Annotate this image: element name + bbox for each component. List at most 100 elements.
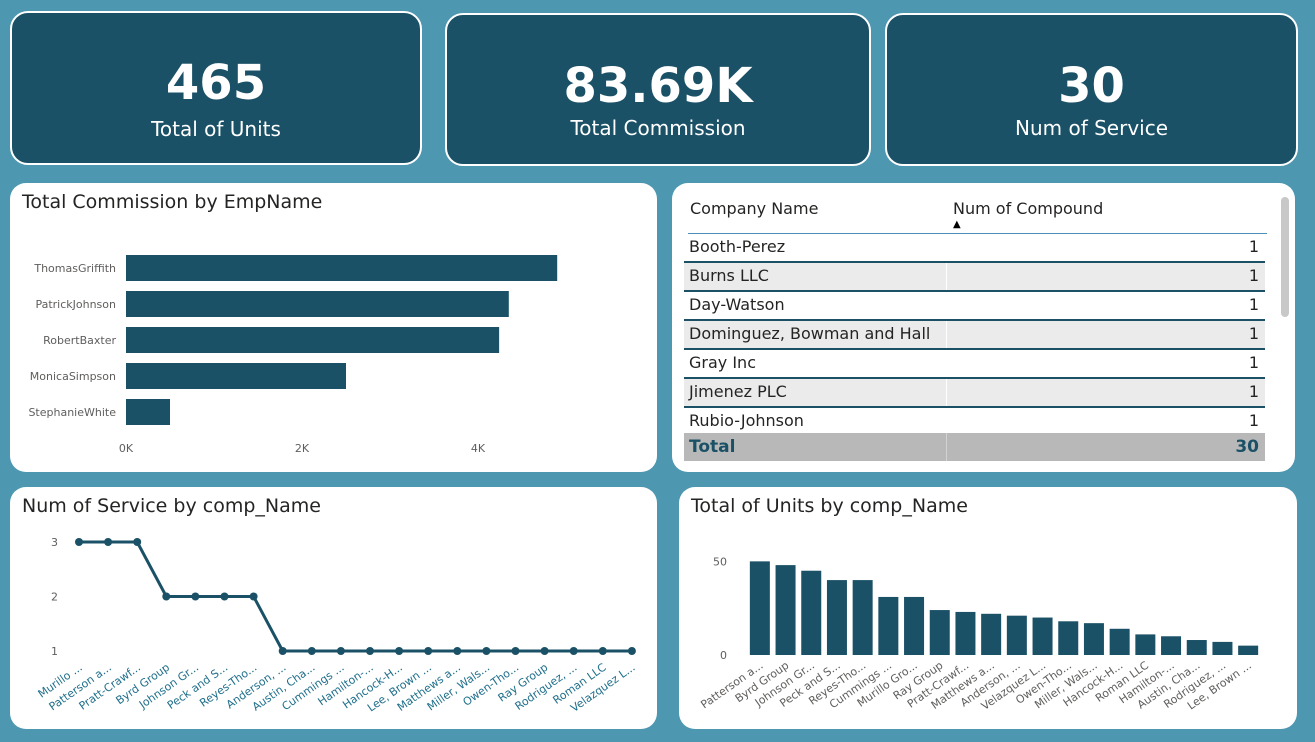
data-point	[307, 647, 316, 655]
y-tick-label: PatrickJohnson	[35, 298, 116, 311]
total-value: 30	[1235, 437, 1259, 457]
y-tick-label: StephanieWhite	[28, 406, 116, 419]
series-line	[79, 540, 632, 653]
compound-value-cell: 1	[1248, 353, 1259, 372]
table-row[interactable]: Booth-Perez 1	[684, 234, 1265, 263]
data-point	[540, 647, 549, 655]
sort-ascending-icon[interactable]: ▲	[953, 219, 961, 230]
x-tick-label: 0K	[119, 442, 134, 455]
data-point	[598, 647, 607, 655]
compound-value-cell: 1	[1248, 266, 1259, 285]
data-point	[220, 592, 229, 601]
column-divider	[946, 350, 947, 377]
bar	[126, 327, 500, 353]
compound-value-cell: 1	[1248, 295, 1259, 314]
table-row[interactable]: Day-Watson 1	[684, 292, 1265, 321]
bar	[826, 580, 847, 655]
column-divider	[946, 408, 947, 435]
compound-value-cell: 1	[1248, 382, 1259, 401]
data-point	[249, 592, 258, 601]
data-point	[511, 647, 520, 655]
bar	[126, 399, 170, 425]
table-scrollbar[interactable]	[1281, 197, 1289, 317]
company-name-cell: Rubio-Johnson	[689, 411, 804, 430]
service-line-chart[interactable]: 123Murillo ...Patterson a...Pratt-Crawf.…	[10, 487, 657, 729]
data-point	[366, 647, 374, 655]
company-name-cell: Dominguez, Bowman and Hall	[689, 324, 931, 343]
table-row[interactable]: Jimenez PLC 1	[684, 379, 1265, 408]
column-divider	[946, 292, 947, 319]
bar	[1238, 645, 1259, 655]
data-point	[424, 647, 433, 655]
table-total-row: Total 30	[684, 433, 1265, 461]
company-name-cell: Gray Inc	[689, 353, 756, 372]
data-point	[191, 592, 200, 601]
bar	[1083, 623, 1104, 655]
column-header-company[interactable]: Company Name	[690, 199, 818, 218]
table-row[interactable]: Gray Inc 1	[684, 350, 1265, 379]
commission-chart-panel[interactable]: Total Commission by EmpName ThomasGriffi…	[10, 183, 657, 472]
bar	[775, 565, 796, 655]
kpi-card-units: 465 Total of Units	[10, 11, 422, 165]
company-name-cell: Jimenez PLC	[689, 382, 787, 401]
bar	[955, 611, 976, 655]
data-point	[133, 538, 142, 546]
bar	[1212, 641, 1233, 655]
table-row[interactable]: Burns LLC 1	[684, 263, 1265, 292]
bar	[126, 291, 509, 317]
data-point	[569, 647, 578, 655]
data-point	[627, 647, 636, 655]
bar	[1058, 621, 1079, 655]
compound-value-cell: 1	[1248, 324, 1259, 343]
kpi-value: 83.69K	[563, 58, 753, 114]
bar	[1161, 636, 1182, 655]
kpi-value: 30	[1058, 58, 1125, 114]
units-bar-chart[interactable]: 050Patterson a...Byrd GroupJohnson Gr...…	[679, 487, 1297, 729]
column-divider	[946, 321, 947, 348]
y-tick-label: 2	[51, 591, 58, 604]
column-divider	[946, 263, 947, 290]
kpi-card-service: 30 Num of Service	[885, 13, 1298, 166]
y-tick-label: MonicaSimpson	[30, 370, 116, 383]
data-point	[278, 647, 287, 655]
bar	[1109, 628, 1130, 655]
column-divider	[946, 433, 947, 461]
data-point	[453, 647, 462, 655]
data-point	[336, 647, 345, 655]
y-tick-label: 1	[51, 645, 58, 658]
data-point	[162, 592, 171, 601]
total-label: Total	[689, 437, 736, 457]
y-tick-label: ThomasGriffith	[33, 262, 116, 275]
bar	[878, 596, 899, 655]
compound-table-panel[interactable]: Company Name Num of Compound ▲ Booth-Per…	[672, 183, 1295, 472]
units-chart-panel[interactable]: Total of Units by comp_Name 0 50 Patterson…	[679, 487, 1297, 729]
y-tick-label: RobertBaxter	[43, 334, 116, 347]
column-divider	[946, 379, 947, 406]
data-point	[482, 647, 491, 655]
column-divider	[946, 234, 947, 261]
table-row[interactable]: Dominguez, Bowman and Hall 1	[684, 321, 1265, 350]
table-header: Company Name Num of Compound	[688, 199, 1267, 234]
company-name-cell: Booth-Perez	[689, 237, 786, 256]
service-chart-panel[interactable]: Num of Service by comp_Name 1 2 3 Murillo .…	[10, 487, 657, 729]
bar	[126, 363, 346, 389]
bar	[981, 613, 1002, 655]
y-tick-label: 0	[720, 649, 727, 662]
compound-value-cell: 1	[1248, 411, 1259, 430]
kpi-label: Total Commission	[570, 116, 746, 140]
x-tick-label: 2K	[295, 442, 310, 455]
bar	[1006, 615, 1027, 655]
kpi-label: Total of Units	[151, 117, 281, 141]
commission-bar-chart[interactable]: ThomasGriffith PatrickJohnson RobertBaxter…	[10, 183, 657, 472]
x-tick-label: 4K	[471, 442, 486, 455]
kpi-card-commission: 83.69K Total Commission	[445, 13, 871, 166]
data-point	[75, 538, 83, 546]
bar	[1032, 617, 1053, 655]
bar	[126, 255, 558, 281]
bar	[1186, 640, 1207, 655]
column-header-compound[interactable]: Num of Compound	[953, 199, 1103, 218]
kpi-value: 465	[165, 55, 267, 111]
y-tick-label: 3	[51, 536, 58, 549]
table-body: Booth-Perez 1 Burns LLC 1 Day-Watson 1 Domi…	[684, 234, 1265, 437]
bar	[852, 580, 873, 655]
